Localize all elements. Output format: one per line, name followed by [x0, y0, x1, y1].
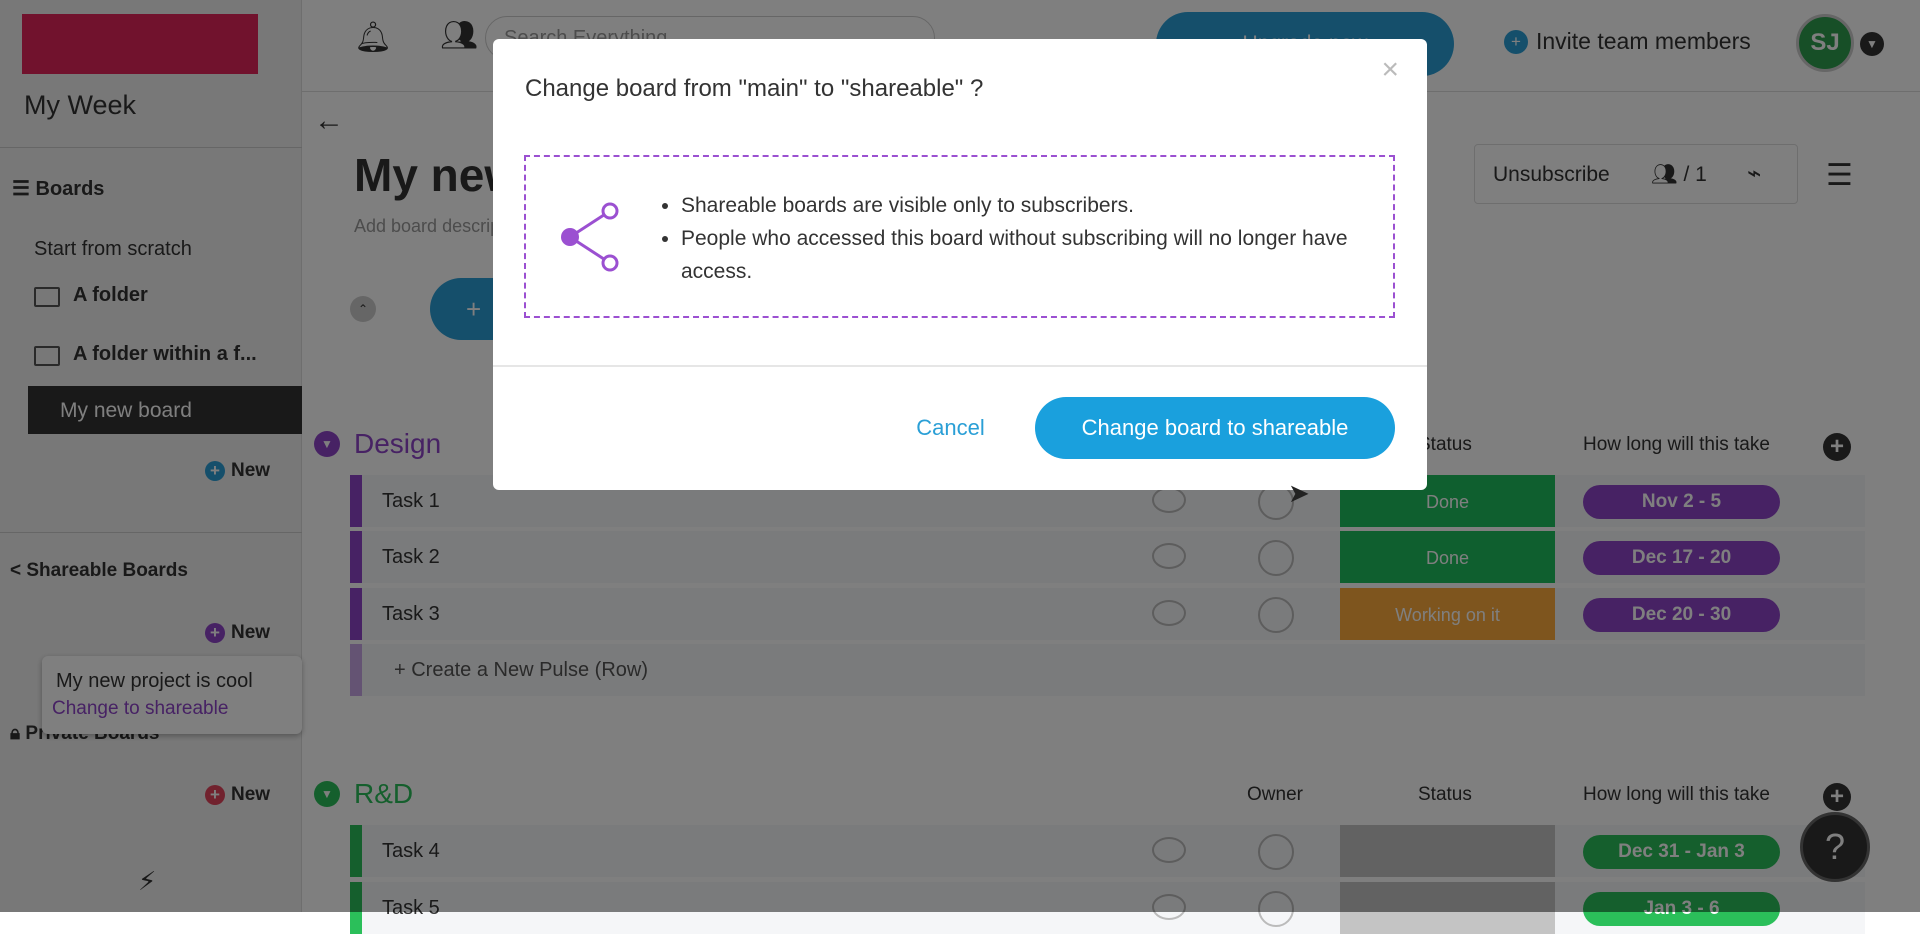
cancel-button[interactable]: Cancel [888, 397, 1013, 459]
change-board-modal: Change board from "main" to "shareable" … [493, 39, 1427, 490]
change-board-to-shareable-button[interactable]: Change board to shareable [1035, 397, 1395, 459]
modal-title: Change board from "main" to "shareable" … [525, 75, 984, 102]
divider [493, 365, 1427, 367]
info-list: Shareable boards are visible only to sub… [681, 189, 1361, 288]
info-bullet: Shareable boards are visible only to sub… [681, 189, 1361, 222]
info-box: Shareable boards are visible only to sub… [524, 155, 1395, 318]
share-icon [561, 202, 619, 272]
cursor-icon: ➤ [1288, 478, 1310, 508]
info-bullet: People who accessed this board without s… [681, 222, 1361, 288]
close-icon[interactable]: × [1381, 53, 1399, 87]
